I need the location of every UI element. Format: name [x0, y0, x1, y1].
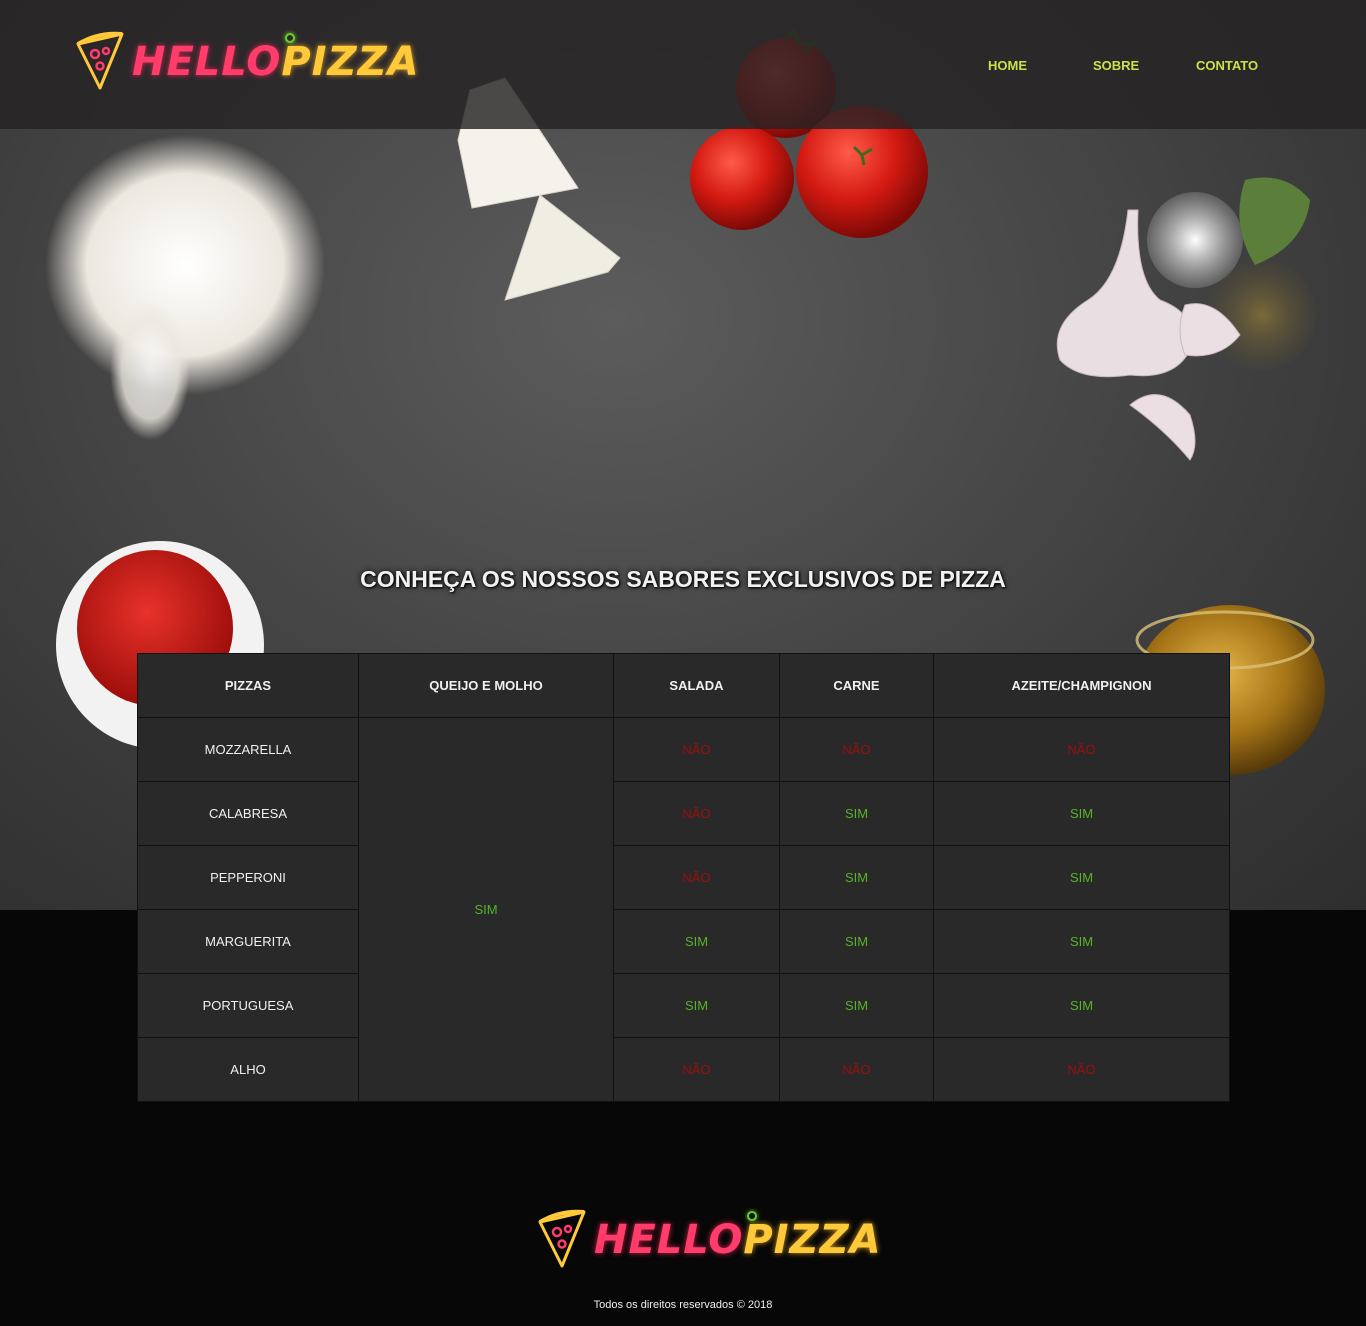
azeite-cell: SIM: [933, 909, 1230, 974]
azeite-cell: SIM: [933, 781, 1230, 846]
header-logo[interactable]: HELLOPIZZA: [72, 30, 420, 94]
table-header-row: PIZZAS QUEIJO E MOLHO SALADA CARNE AZEIT…: [137, 653, 1230, 718]
logo-pizza: PIZZA: [743, 1217, 882, 1263]
azeite-cell: SIM: [933, 845, 1230, 910]
pizza-slice-icon: [538, 1209, 586, 1268]
column-header-pizzas: PIZZAS: [137, 653, 359, 718]
pizza-name: ALHO: [137, 1037, 359, 1102]
azeite-cell: NÃO: [933, 1037, 1230, 1102]
column-header-salada: SALADA: [613, 653, 780, 718]
salada-cell: NÃO: [613, 717, 780, 782]
logo-hello: HELLO: [594, 1217, 744, 1263]
carne-cell: SIM: [779, 973, 934, 1038]
nav-contato[interactable]: CONTATO: [1196, 58, 1258, 73]
salada-cell: SIM: [613, 973, 780, 1038]
pizza-slice-icon: [76, 31, 124, 90]
footer-logo[interactable]: HELLOPIZZA: [534, 1208, 882, 1272]
table-row: ALHO NÃO NÃO NÃO: [137, 1037, 1230, 1102]
logo-wordmark: HELLOPIZZA: [594, 1211, 882, 1263]
section-title: CONHEÇA OS NOSSOS SABORES EXCLUSIVOS DE …: [360, 566, 1006, 592]
tomato: [690, 126, 794, 230]
azeite-cell: NÃO: [933, 717, 1230, 782]
azeite-cell: SIM: [933, 973, 1230, 1038]
pizza-name: CALABRESA: [137, 781, 359, 846]
carne-cell: NÃO: [779, 1037, 934, 1102]
salada-cell: NÃO: [613, 845, 780, 910]
logo-pizza: PIZZA: [281, 39, 420, 85]
carne-cell: SIM: [779, 909, 934, 974]
table-row: PORTUGUESA SIM SIM SIM: [137, 973, 1230, 1038]
logo-dot-icon: [285, 33, 295, 43]
pizza-name: MOZZARELLA: [137, 717, 359, 782]
pizza-name: PEPPERONI: [137, 845, 359, 910]
pizza-name: PORTUGUESA: [137, 973, 359, 1038]
copyright-text: Todos os direitos reservados © 2018: [593, 1299, 773, 1311]
basil-leaf: [1239, 177, 1310, 265]
table-row: MARGUERITA SIM SIM SIM: [137, 909, 1230, 974]
logo-hello: HELLO: [132, 39, 282, 85]
pizza-name: MARGUERITA: [137, 909, 359, 974]
logo-dot-icon: [747, 1211, 757, 1221]
table-row: PEPPERONI NÃO SIM SIM: [137, 845, 1230, 910]
carne-cell: SIM: [779, 845, 934, 910]
salada-cell: NÃO: [613, 1037, 780, 1102]
page: HELLOPIZZA HOME SOBRE CONTATO CONHEÇA OS…: [0, 0, 1366, 1326]
nav-sobre[interactable]: SOBRE: [1093, 58, 1139, 73]
column-header-queijo-molho: QUEIJO E MOLHO: [358, 653, 614, 718]
table-row: CALABRESA NÃO SIM SIM: [137, 781, 1230, 846]
salada-cell: SIM: [613, 909, 780, 974]
logo-wordmark: HELLOPIZZA: [132, 33, 420, 85]
salada-cell: NÃO: [613, 781, 780, 846]
column-header-carne: CARNE: [779, 653, 934, 718]
cheese-wedge: [504, 194, 621, 301]
nav-home[interactable]: HOME: [988, 58, 1027, 73]
queijo-molho-cell: SIM: [358, 717, 614, 1102]
table-row: MOZZARELLA SIM NÃO NÃO NÃO: [137, 717, 1230, 1102]
carne-cell: NÃO: [779, 717, 934, 782]
flavors-table: PIZZAS QUEIJO E MOLHO SALADA CARNE AZEIT…: [137, 653, 1230, 1102]
site-header: HELLOPIZZA HOME SOBRE CONTATO: [0, 0, 1366, 129]
carne-cell: SIM: [779, 781, 934, 846]
column-header-azeite-champignon: AZEITE/CHAMPIGNON: [933, 653, 1230, 718]
